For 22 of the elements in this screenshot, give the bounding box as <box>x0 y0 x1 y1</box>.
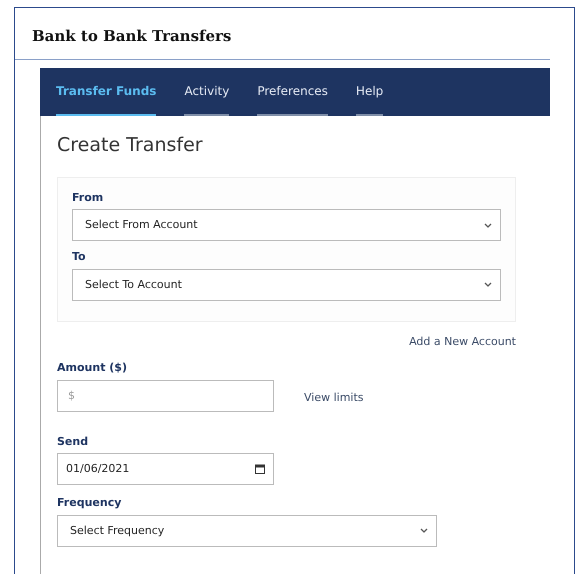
field-label: Frequency <box>57 495 122 512</box>
account-select[interactable]: Select From Account <box>72 209 501 242</box>
chevron-icon <box>484 282 492 288</box>
field-label: Amount ($) <box>57 360 128 376</box>
account-select[interactable]: Select To Account <box>72 268 501 301</box>
chevron-icon <box>484 222 492 228</box>
field-label: To <box>72 249 87 266</box>
amount-input[interactable]: $ <box>57 380 274 412</box>
date-field[interactable]: 01/06/2021 <box>57 453 274 486</box>
page-title: Bank to Bank Transfers <box>32 27 232 45</box>
nav-tab[interactable]: Activity <box>184 68 230 116</box>
nav-tab[interactable]: Help <box>356 68 384 116</box>
nav-tab[interactable]: Preferences <box>257 68 328 116</box>
view-limits-link[interactable]: View limits <box>304 390 364 406</box>
frequency-select[interactable]: Select Frequency <box>57 514 437 547</box>
field-label: From <box>72 190 104 206</box>
field-label: Send <box>57 434 90 450</box>
add-account-link[interactable]: Add a New Account <box>409 334 516 350</box>
chevron-icon <box>420 528 428 534</box>
calendar-icon <box>255 464 265 474</box>
form-heading: Create Transfer <box>57 134 204 157</box>
nav-tab[interactable]: Transfer Funds <box>56 68 156 116</box>
